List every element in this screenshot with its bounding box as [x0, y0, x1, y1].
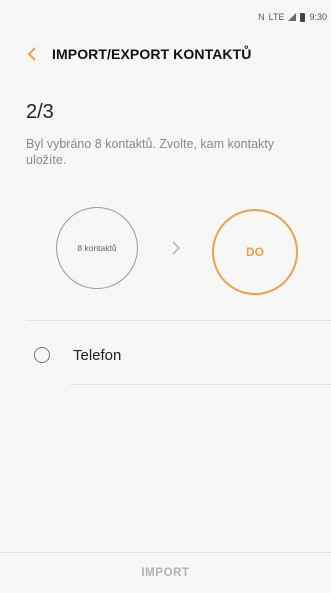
battery-icon: [300, 12, 306, 22]
status-bar: N LTE 9:30: [0, 0, 331, 34]
source-count-label: 8 kontaktů: [77, 243, 117, 253]
page-title: IMPORT/EXPORT KONTAKTŮ: [52, 46, 252, 62]
import-button[interactable]: IMPORT: [121, 557, 209, 589]
option-telefon[interactable]: Telefon: [0, 330, 331, 380]
signal-icon: [288, 13, 297, 21]
divider: [26, 320, 331, 321]
nfc-icon: N: [258, 12, 265, 22]
bottom-action-bar: IMPORT: [0, 552, 331, 593]
status-icons: N LTE 9:30: [258, 12, 327, 22]
network-type-icon: LTE: [268, 12, 285, 22]
app-header: IMPORT/EXPORT KONTAKTŮ: [0, 34, 331, 74]
step-description: Byl vybráno 8 kontaktů. Zvolte, kam kont…: [26, 137, 275, 167]
back-button[interactable]: [14, 34, 50, 74]
divider: [70, 384, 331, 385]
chevron-right-icon: [172, 241, 181, 255]
destination-circle: DO: [212, 209, 298, 295]
destination-label: DO: [246, 245, 264, 259]
chevron-left-icon: [27, 47, 36, 61]
step-indicator: 2/3: [26, 101, 54, 123]
option-label: Telefon: [73, 346, 122, 364]
radio-button[interactable]: [34, 347, 50, 363]
source-count-circle: 8 kontaktů: [56, 207, 138, 289]
status-time: 9:30: [309, 12, 327, 22]
